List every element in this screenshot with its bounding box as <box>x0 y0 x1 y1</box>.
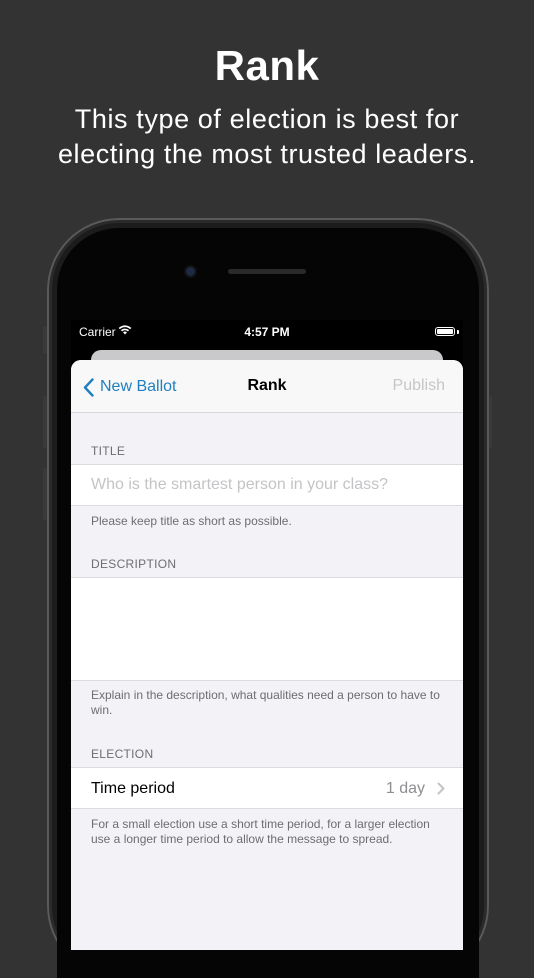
time-period-row[interactable]: Time period 1 day <box>71 767 463 809</box>
promo-subtitle: This type of election is best for electi… <box>57 104 477 169</box>
title-cell <box>71 464 463 506</box>
promo-title: Rank <box>214 42 320 89</box>
description-section-footer: Explain in the description, what qualiti… <box>91 688 440 717</box>
status-time: 4:57 PM <box>244 325 290 339</box>
title-section-footer: Please keep title as short as possible. <box>91 514 292 528</box>
election-section-footer: For a small election use a short time pe… <box>91 817 430 846</box>
new-ballot-sheet: New Ballot Rank Publish TITLE Please kee… <box>71 360 463 950</box>
front-camera-icon <box>186 267 195 276</box>
chevron-right-icon <box>437 782 445 800</box>
title-section-header: TITLE <box>91 444 126 458</box>
time-period-label: Time period <box>91 780 175 797</box>
publish-button[interactable]: Publish <box>393 377 445 395</box>
battery-nub <box>457 330 459 334</box>
description-textarea[interactable] <box>71 577 463 681</box>
title-input[interactable] <box>91 465 441 505</box>
description-section-header: DESCRIPTION <box>91 557 177 571</box>
navigation-bar: New Ballot Rank Publish <box>71 360 463 413</box>
time-period-value: 1 day <box>385 780 425 797</box>
election-section-header: ELECTION <box>91 747 154 761</box>
status-bar: Carrier 4:57 PM <box>71 320 463 344</box>
earpiece-speaker <box>228 269 306 274</box>
phone-screen: Carrier 4:57 PM New Ballot Rank Publish … <box>71 320 463 950</box>
battery-icon <box>435 327 455 336</box>
